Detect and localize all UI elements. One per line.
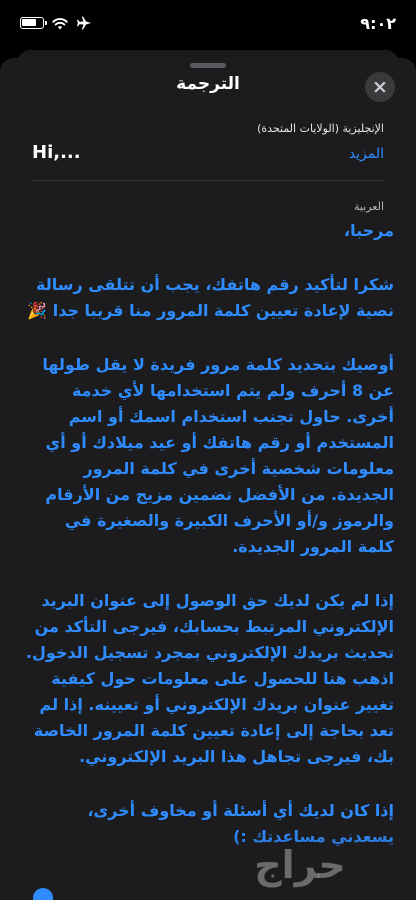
target-language-label: العربية — [353, 200, 384, 213]
haraj-watermark: حراج — [254, 843, 347, 887]
translation-sheet: × الترجمة الإنجليزية (الولايات المتحدة) … — [0, 58, 416, 900]
source-language-label: الإنجليزية (الولايات المتحدة) — [257, 122, 384, 135]
status-bar: ٩:٠٢ — [0, 0, 416, 46]
airplane-icon — [77, 16, 91, 30]
divider — [32, 180, 384, 181]
translated-text: مرحبا، شكرا لتأكيد رقم هاتفك، يجب أن تتل… — [24, 218, 394, 878]
status-icons — [20, 15, 92, 31]
translated-paragraph: شكرا لتأكيد رقم هاتفك، يجب أن تتلقى رسال… — [27, 275, 394, 320]
translated-paragraph: إذا لم يكن لديك حق الوصول إلى عنوان البر… — [25, 591, 394, 766]
source-text: Hi,... — [32, 142, 81, 163]
status-time: ٩:٠٢ — [360, 13, 396, 33]
sheet-title: الترجمة — [176, 74, 240, 94]
wifi-icon — [52, 17, 68, 29]
translated-paragraph: أوصيك بتحديد كلمة مرور فريدة لا يقل طوله… — [42, 355, 394, 556]
more-button[interactable]: المزيد — [349, 146, 384, 162]
battery-icon — [20, 17, 47, 29]
sheet-grabber[interactable] — [190, 63, 226, 68]
translated-paragraph: مرحبا، — [343, 221, 394, 240]
